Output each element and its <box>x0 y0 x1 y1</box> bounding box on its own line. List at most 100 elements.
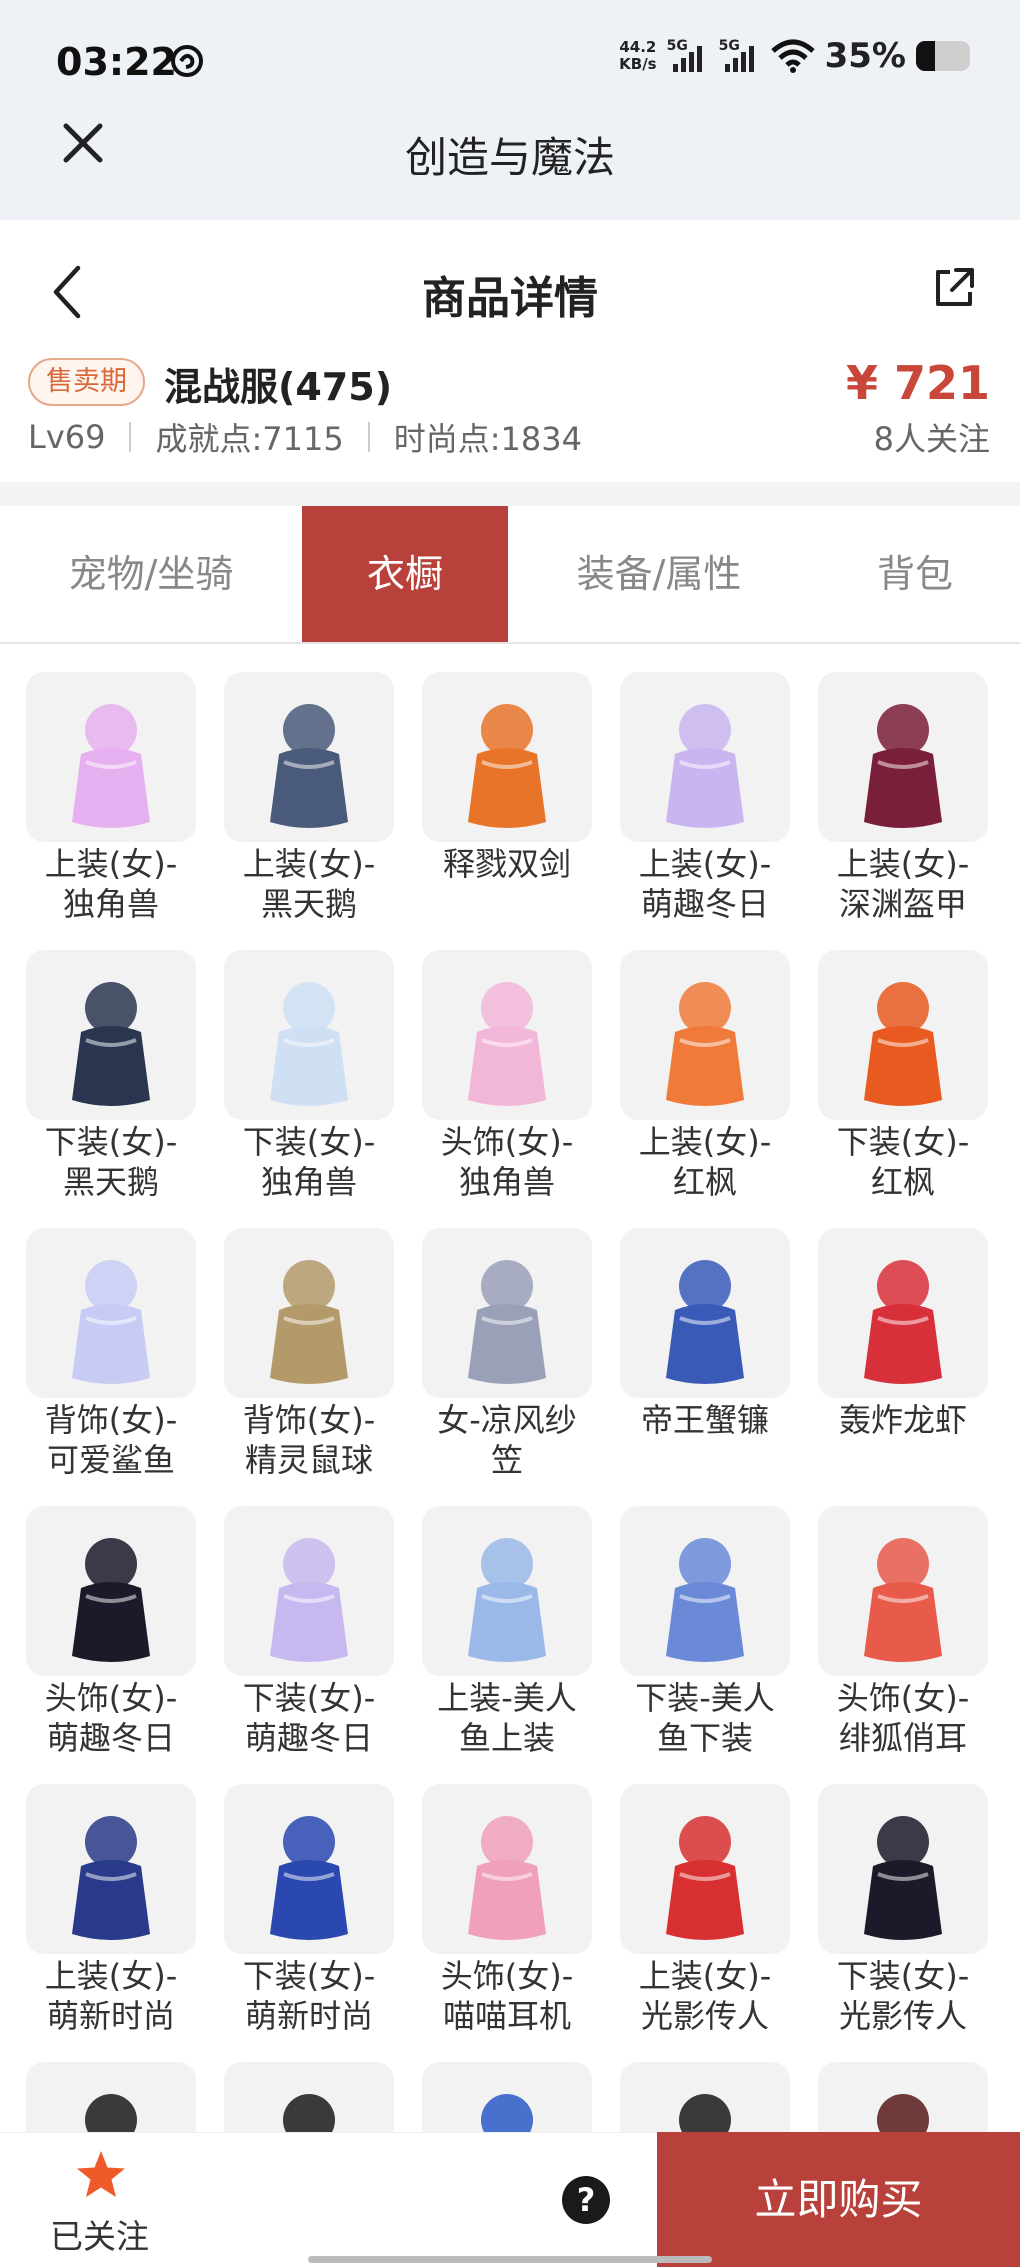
fashion-top-icon <box>26 1784 196 1954</box>
wardrobe-item[interactable]: 下装(女)- 光影传人 <box>804 1784 1002 2036</box>
net-speed-unit: KB/s <box>619 55 657 73</box>
wardrobe-item[interactable]: 背饰(女)- 可爱鲨鱼 <box>12 1228 210 1480</box>
tab-wardrobe[interactable]: 衣橱 <box>302 506 508 642</box>
wardrobe-item[interactable]: 下装(女)- 独角兽 <box>210 950 408 1202</box>
unicorn-hood-icon <box>422 950 592 1120</box>
mermaid-top-icon <box>422 1506 592 1676</box>
wardrobe-item-label: 释戮双剑 <box>442 845 571 883</box>
home-indicator <box>308 2256 712 2263</box>
wardrobe-item-label: 下装(女)- 光影传人 <box>836 1957 970 2035</box>
wardrobe-item[interactable]: 上装(女)- 独角兽 <box>12 672 210 924</box>
maple-skirt-icon <box>818 950 988 1120</box>
wardrobe-item-label: 上装(女)- 独角兽 <box>44 845 178 923</box>
page-title: 商品详情 <box>422 273 598 324</box>
share-icon[interactable] <box>930 264 978 312</box>
wardrobe-item[interactable]: 头饰(女)- 独角兽 <box>408 950 606 1202</box>
wardrobe-item-label: 背饰(女)- 精灵鼠球 <box>242 1401 376 1479</box>
wardrobe-item-label: 上装(女)- 萌新时尚 <box>44 1957 178 2035</box>
wardrobe-item-label: 背饰(女)- 可爱鲨鱼 <box>44 1401 178 1479</box>
fashion-pants-icon <box>224 1784 394 1954</box>
black-swan-dress-icon <box>224 672 394 842</box>
unicorn-boots-icon <box>224 950 394 1120</box>
wardrobe-item[interactable]: 轰炸龙虾 <box>804 1228 1002 1440</box>
wardrobe-item[interactable]: 女-凉风纱 笠 <box>408 1228 606 1480</box>
wardrobe-item-label: 上装(女)- 萌趣冬日 <box>638 845 772 923</box>
winter-hair-icon <box>26 1506 196 1676</box>
wardrobe-item[interactable]: 下装-美人 鱼下装 <box>606 1506 804 1758</box>
light-jacket-icon <box>620 1784 790 1954</box>
wardrobe-item[interactable]: 下装(女)- 黑天鹅 <box>12 950 210 1202</box>
winter-top-icon <box>620 672 790 842</box>
wardrobe-item[interactable]: 上装(女)- 深渊盔甲 <box>804 672 1002 924</box>
net-speed-value: 44.2 <box>619 38 657 56</box>
wardrobe-item-label: 上装(女)- 黑天鹅 <box>242 845 376 923</box>
wardrobe-item-label: 上装(女)- 深渊盔甲 <box>836 845 970 923</box>
wardrobe-item-label: 上装(女)- 光影传人 <box>638 1957 772 2035</box>
twin-swords-icon <box>422 672 592 842</box>
wardrobe-item[interactable]: 上装(女)- 红枫 <box>606 950 804 1202</box>
achievement-points: 成就点:7115 <box>155 420 344 458</box>
wardrobe-item[interactable]: 头饰(女)- 萌趣冬日 <box>12 1506 210 1758</box>
wardrobe-item-label: 下装(女)- 萌趣冬日 <box>242 1679 376 1757</box>
app-title: 创造与魔法 <box>404 133 615 182</box>
product-name: 混战服(475) <box>164 365 393 409</box>
black-heels-icon <box>26 950 196 1120</box>
tab-pets-mounts[interactable]: 宠物/坐骑 <box>0 506 302 642</box>
winter-pants-icon <box>224 1506 394 1676</box>
stat-divider <box>367 422 370 452</box>
maple-top-icon <box>620 950 790 1120</box>
wardrobe-item-label: 下装(女)- 萌新时尚 <box>242 1957 376 2035</box>
signal-icon: 5G <box>719 36 761 76</box>
wardrobe-item[interactable]: 上装(女)- 黑天鹅 <box>210 672 408 924</box>
wardrobe-item-label: 头饰(女)- 喵喵耳机 <box>440 1957 574 2035</box>
unicorn-top-icon <box>26 672 196 842</box>
wardrobe-item[interactable]: 帝王蟹镰 <box>606 1228 804 1440</box>
star-icon[interactable] <box>74 2148 128 2202</box>
crab-scythe-icon <box>620 1228 790 1398</box>
wardrobe-item-label: 轰炸龙虾 <box>838 1401 967 1439</box>
product-stats: Lv69 成就点:7115 时尚点:1834 <box>28 414 582 460</box>
wardrobe-item[interactable]: 下装(女)- 萌新时尚 <box>210 1784 408 2036</box>
follower-count: 8人关注 <box>873 420 990 458</box>
wardrobe-item-label: 头饰(女)- 独角兽 <box>440 1123 574 1201</box>
pleated-skirt-icon <box>818 1784 988 1954</box>
wardrobe-item[interactable]: 上装(女)- 萌新时尚 <box>12 1784 210 2036</box>
follow-button[interactable]: 已关注 <box>50 2210 149 2258</box>
shark-backpack-icon <box>26 1228 196 1398</box>
wardrobe-item[interactable]: 头饰(女)- 喵喵耳机 <box>408 1784 606 2036</box>
product-price: ¥ 721 <box>845 356 990 410</box>
wardrobe-item[interactable]: 下装(女)- 红枫 <box>804 950 1002 1202</box>
battery-icon <box>916 41 970 71</box>
battery-percent: 35% <box>824 36 906 76</box>
tab-equipment-attributes[interactable]: 装备/属性 <box>508 506 810 642</box>
status-time: 03:22 <box>56 40 177 84</box>
wardrobe-item[interactable]: 头饰(女)- 绯狐俏耳 <box>804 1506 1002 1758</box>
sale-status-badge: 售卖期 <box>28 358 145 406</box>
wardrobe-item-label: 女-凉风纱 笠 <box>437 1401 577 1479</box>
wardrobe-item-label: 帝王蟹镰 <box>640 1401 769 1439</box>
abyss-armor-icon <box>818 672 988 842</box>
mermaid-skirt-icon <box>620 1506 790 1676</box>
buy-now-button[interactable]: 立即购买 <box>657 2132 1020 2267</box>
wardrobe-item[interactable]: 背饰(女)- 精灵鼠球 <box>210 1228 408 1480</box>
wardrobe-item[interactable]: 上装-美人 鱼上装 <box>408 1506 606 1758</box>
wardrobe-item-label: 上装(女)- 红枫 <box>638 1123 772 1201</box>
wardrobe-item[interactable]: 下装(女)- 萌趣冬日 <box>210 1506 408 1758</box>
wardrobe-item-label: 下装(女)- 红枫 <box>836 1123 970 1201</box>
wardrobe-item-label: 头饰(女)- 萌趣冬日 <box>44 1679 178 1757</box>
app-notification-icon <box>171 45 203 77</box>
signal-icon: 5G <box>667 36 709 76</box>
wardrobe-item-label: 下装(女)- 独角兽 <box>242 1123 376 1201</box>
status-indicators: 44.2 KB/s 5G 5G 35% <box>619 36 970 76</box>
help-icon[interactable]: ? <box>562 2176 610 2224</box>
section-divider <box>0 482 1020 506</box>
level-value: Lv69 <box>28 418 106 456</box>
tab-backpack[interactable]: 背包 <box>810 506 1020 642</box>
wardrobe-item[interactable]: 上装(女)- 光影传人 <box>606 1784 804 2036</box>
wardrobe-item[interactable]: 释戮双剑 <box>408 672 606 884</box>
stat-divider <box>129 422 132 452</box>
wardrobe-item[interactable]: 上装(女)- 萌趣冬日 <box>606 672 804 924</box>
wardrobe-item-label: 下装(女)- 黑天鹅 <box>44 1123 178 1201</box>
cat-headphones-icon <box>422 1784 592 1954</box>
wardrobe-item-label: 头饰(女)- 绯狐俏耳 <box>836 1679 970 1757</box>
